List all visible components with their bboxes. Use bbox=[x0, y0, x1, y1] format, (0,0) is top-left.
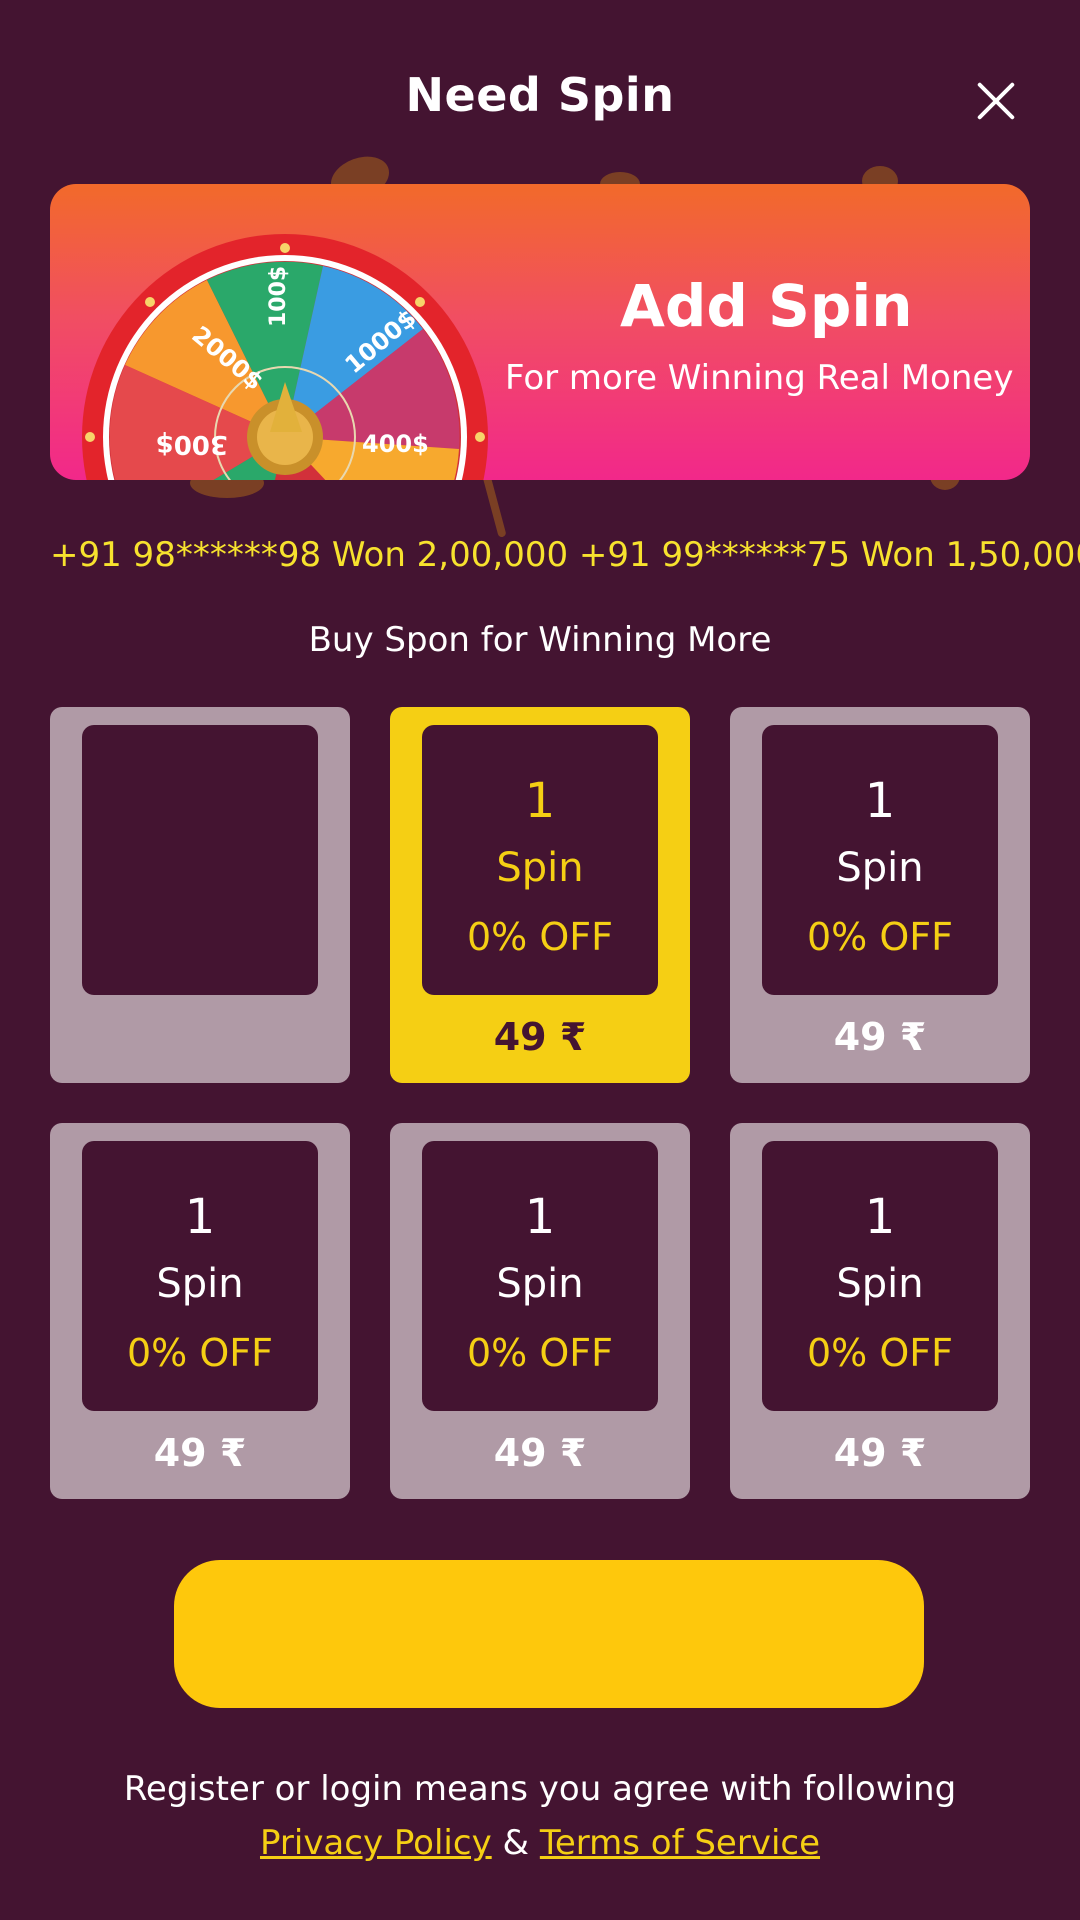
need-spin-screen: Need Spin 300$ 2000$ 100$ 1000$ 400$ Add… bbox=[0, 0, 1080, 1920]
package-label: Spin bbox=[496, 1261, 584, 1307]
banner-title: Add Spin bbox=[620, 272, 913, 340]
package-price: 49 ₹ bbox=[493, 1015, 587, 1059]
package-price: 49 ₹ bbox=[153, 1431, 247, 1475]
spin-package-card[interactable]: 1 Spin 0% OFF 49 ₹ bbox=[730, 707, 1030, 1083]
privacy-policy-link[interactable]: Privacy Policy bbox=[260, 1823, 492, 1863]
close-icon[interactable] bbox=[966, 72, 1026, 132]
add-spin-banner[interactable]: 300$ 2000$ 100$ 1000$ 400$ Add Spin For … bbox=[50, 184, 1030, 480]
package-price: 49 ₹ bbox=[833, 1431, 927, 1475]
spin-package-card[interactable] bbox=[50, 707, 350, 1083]
package-inner: 1 Spin 0% OFF bbox=[422, 725, 658, 995]
spin-package-card-selected[interactable]: 1 Spin 0% OFF 49 ₹ bbox=[390, 707, 690, 1083]
package-label: Spin bbox=[836, 1261, 924, 1307]
package-discount: 0% OFF bbox=[467, 915, 613, 959]
package-inner: 1 Spin 0% OFF bbox=[422, 1141, 658, 1411]
package-count: 1 bbox=[184, 1189, 216, 1245]
winners-ticker: +91 98******98 Won 2,00,000 +91 99******… bbox=[50, 535, 1080, 575]
decor-stick bbox=[481, 470, 507, 538]
package-price: 49 ₹ bbox=[493, 1431, 587, 1475]
package-discount: 0% OFF bbox=[807, 915, 953, 959]
svg-text:100$: 100$ bbox=[266, 266, 291, 327]
footer-text: Register or login means you agree with f… bbox=[123, 1769, 957, 1809]
buy-button[interactable] bbox=[174, 1560, 924, 1708]
package-discount: 0% OFF bbox=[127, 1331, 273, 1375]
package-inner: 1 Spin 0% OFF bbox=[762, 1141, 998, 1411]
footer-ampersand: & bbox=[502, 1823, 530, 1863]
banner-subtitle: For more Winning Real Money bbox=[505, 358, 1014, 398]
terms-of-service-link[interactable]: Terms of Service bbox=[540, 1823, 820, 1863]
package-discount: 0% OFF bbox=[467, 1331, 613, 1375]
spin-wheel-icon: 300$ 2000$ 100$ 1000$ 400$ bbox=[80, 232, 490, 480]
footer-links: Privacy Policy & Terms of Service bbox=[0, 1816, 1080, 1870]
package-inner bbox=[82, 725, 318, 995]
package-price: 49 ₹ bbox=[833, 1015, 927, 1059]
section-subtitle: Buy Spon for Winning More bbox=[308, 620, 772, 660]
footer-terms: Register or login means you agree with f… bbox=[0, 1762, 1080, 1870]
package-count: 1 bbox=[864, 773, 896, 829]
package-label: Spin bbox=[836, 845, 924, 891]
spin-package-card[interactable]: 1 Spin 0% OFF 49 ₹ bbox=[50, 1123, 350, 1499]
page-title: Need Spin bbox=[405, 68, 675, 122]
package-label: Spin bbox=[156, 1261, 244, 1307]
spin-package-card[interactable]: 1 Spin 0% OFF 49 ₹ bbox=[390, 1123, 690, 1499]
package-count: 1 bbox=[524, 773, 556, 829]
package-label: Spin bbox=[496, 845, 584, 891]
spin-package-card[interactable]: 1 Spin 0% OFF 49 ₹ bbox=[730, 1123, 1030, 1499]
package-discount: 0% OFF bbox=[807, 1331, 953, 1375]
package-inner: 1 Spin 0% OFF bbox=[82, 1141, 318, 1411]
package-count: 1 bbox=[524, 1189, 556, 1245]
svg-text:300$: 300$ bbox=[156, 429, 228, 459]
package-inner: 1 Spin 0% OFF bbox=[762, 725, 998, 995]
package-count: 1 bbox=[864, 1189, 896, 1245]
svg-text:400$: 400$ bbox=[362, 430, 429, 458]
